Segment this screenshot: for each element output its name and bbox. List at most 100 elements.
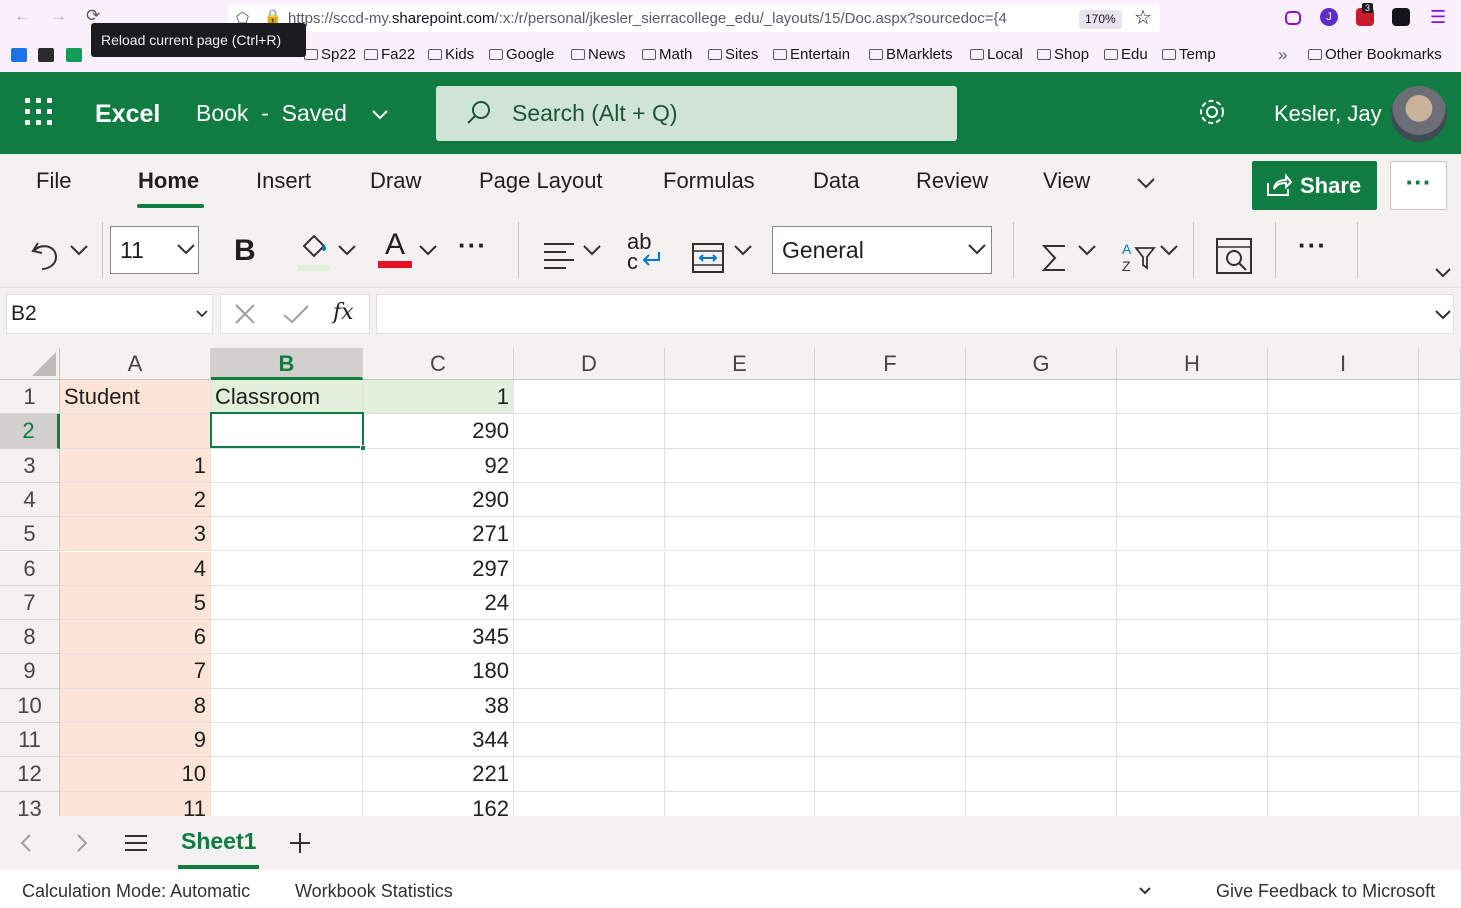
column-header-d[interactable]: D xyxy=(514,348,665,380)
table-cell[interactable] xyxy=(665,517,815,552)
row-header[interactable]: 8 xyxy=(0,620,60,655)
table-cell[interactable]: Student xyxy=(60,380,211,415)
table-cell[interactable] xyxy=(966,654,1117,689)
table-cell[interactable] xyxy=(1268,757,1419,792)
table-cell[interactable] xyxy=(815,414,966,449)
table-cell[interactable] xyxy=(60,414,211,449)
table-cell[interactable] xyxy=(1419,688,1461,723)
table-cell[interactable] xyxy=(665,551,815,586)
insert-function-button[interactable]: fx xyxy=(333,300,354,325)
table-cell[interactable] xyxy=(514,482,665,518)
table-cell[interactable] xyxy=(1419,380,1461,415)
table-cell[interactable] xyxy=(665,482,815,518)
table-cell[interactable] xyxy=(1419,482,1461,518)
table-cell[interactable]: 2 xyxy=(60,482,211,518)
wrap-text-button[interactable]: ab c xyxy=(627,231,661,273)
table-cell[interactable] xyxy=(211,654,363,689)
table-cell[interactable] xyxy=(514,585,665,621)
bookmark-item[interactable]: BMarklets xyxy=(869,46,953,63)
table-cell[interactable] xyxy=(211,482,363,518)
more-options-button[interactable]: ··· xyxy=(1390,161,1447,210)
menu-icon[interactable]: ☰ xyxy=(1430,7,1446,28)
table-cell[interactable] xyxy=(665,688,815,723)
bookmark-item[interactable]: Sites xyxy=(708,46,758,63)
align-icon[interactable] xyxy=(542,232,576,280)
profile-icon[interactable]: J xyxy=(1320,8,1338,26)
mask-extension-icon[interactable] xyxy=(1392,8,1410,26)
table-cell[interactable] xyxy=(1117,482,1268,518)
table-cell[interactable] xyxy=(1117,757,1268,792)
document-title[interactable]: Book - Saved xyxy=(196,100,347,127)
bookmark-item[interactable]: Google xyxy=(489,46,554,63)
table-cell[interactable] xyxy=(815,482,966,518)
table-cell[interactable] xyxy=(1117,791,1268,816)
table-cell[interactable] xyxy=(1268,448,1419,483)
sheets-bookmark-icon[interactable] xyxy=(66,48,82,62)
table-cell[interactable] xyxy=(1419,414,1461,449)
table-cell[interactable] xyxy=(1268,414,1419,449)
collapse-ribbon-icon[interactable] xyxy=(1435,268,1451,278)
table-cell[interactable]: 1 xyxy=(60,448,211,483)
table-cell[interactable] xyxy=(966,723,1117,758)
forward-icon[interactable]: → xyxy=(50,6,67,26)
table-cell[interactable] xyxy=(211,448,363,483)
merge-chevron-icon[interactable] xyxy=(734,245,752,293)
table-cell[interactable] xyxy=(1117,688,1268,723)
table-cell[interactable] xyxy=(815,448,966,483)
table-cell[interactable]: 92 xyxy=(363,448,514,483)
sort-filter-icon[interactable]: AZ xyxy=(1120,232,1156,280)
column-header-partial[interactable] xyxy=(1419,348,1461,380)
calculation-mode[interactable]: Calculation Mode: Automatic xyxy=(22,881,250,902)
bookmark-item[interactable]: Sp22 xyxy=(304,46,356,63)
table-cell[interactable] xyxy=(514,448,665,483)
table-cell[interactable] xyxy=(1117,585,1268,621)
table-cell[interactable]: 4 xyxy=(60,551,211,586)
table-cell[interactable] xyxy=(1419,448,1461,483)
table-cell[interactable]: 6 xyxy=(60,620,211,655)
column-header-a[interactable]: A xyxy=(60,348,211,380)
row-header[interactable]: 10 xyxy=(0,688,60,723)
table-cell[interactable]: Classroom xyxy=(211,380,363,415)
search-box[interactable]: Search (Alt + Q) xyxy=(436,86,957,141)
table-cell[interactable] xyxy=(1268,482,1419,518)
table-cell[interactable] xyxy=(966,585,1117,621)
more-font-options-button[interactable]: ··· xyxy=(458,230,487,261)
align-chevron-icon[interactable] xyxy=(583,245,601,293)
share-button[interactable]: Share xyxy=(1252,161,1377,210)
column-header-e[interactable]: E xyxy=(665,348,815,380)
gear-icon[interactable] xyxy=(1196,96,1228,128)
more-tabs-chevron-icon[interactable] xyxy=(1137,178,1155,189)
bookmarks-overflow-icon[interactable]: » xyxy=(1278,45,1287,65)
table-cell[interactable] xyxy=(966,448,1117,483)
table-cell[interactable]: 290 xyxy=(363,414,514,449)
row-header[interactable]: 9 xyxy=(0,654,60,689)
feedback-link[interactable]: Give Feedback to Microsoft xyxy=(1216,881,1435,902)
table-cell[interactable] xyxy=(1419,517,1461,552)
avatar[interactable] xyxy=(1391,86,1447,142)
table-cell[interactable] xyxy=(815,757,966,792)
table-cell[interactable] xyxy=(514,654,665,689)
table-cell[interactable] xyxy=(211,688,363,723)
other-bookmarks[interactable]: Other Bookmarks xyxy=(1308,46,1442,63)
tab-insert[interactable]: Insert xyxy=(256,168,311,194)
tab-home[interactable]: Home xyxy=(138,168,199,194)
table-cell[interactable] xyxy=(514,380,665,415)
column-header-i[interactable]: I xyxy=(1268,348,1419,380)
select-all-corner[interactable] xyxy=(0,348,60,380)
status-chevron-icon[interactable] xyxy=(1139,887,1151,895)
zoom-level[interactable]: 170% xyxy=(1079,10,1122,29)
table-cell[interactable] xyxy=(1268,620,1419,655)
table-cell[interactable]: 7 xyxy=(60,654,211,689)
table-cell[interactable] xyxy=(514,757,665,792)
table-cell[interactable] xyxy=(1268,688,1419,723)
row-header[interactable]: 2 xyxy=(0,414,60,449)
table-cell[interactable] xyxy=(1419,551,1461,586)
table-cell[interactable] xyxy=(211,620,363,655)
table-cell[interactable] xyxy=(1268,517,1419,552)
row-header[interactable]: 11 xyxy=(0,723,60,758)
table-cell[interactable]: 344 xyxy=(363,723,514,758)
app-name[interactable]: Excel xyxy=(95,100,160,129)
column-header-c[interactable]: C xyxy=(363,348,514,380)
table-cell[interactable] xyxy=(665,448,815,483)
table-cell[interactable] xyxy=(665,723,815,758)
